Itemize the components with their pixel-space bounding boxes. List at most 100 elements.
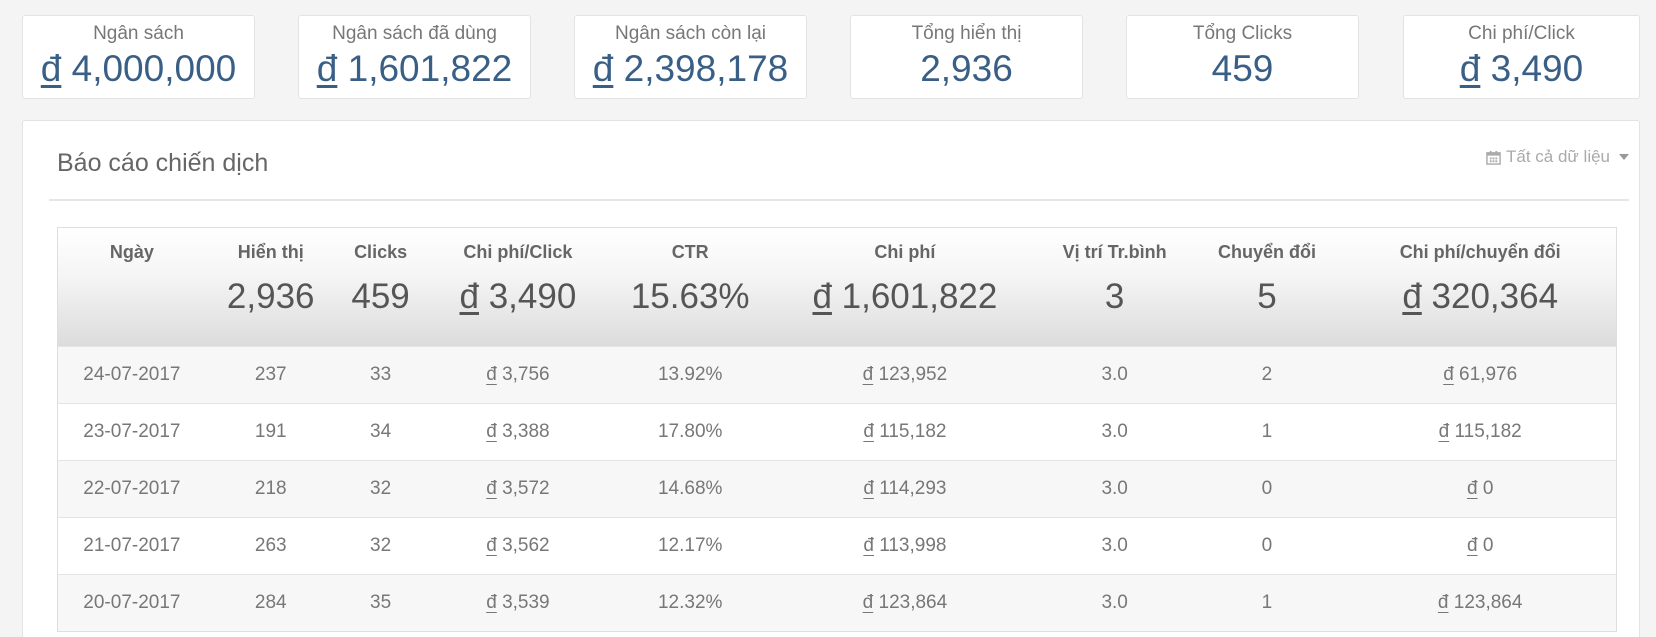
cell-cost-per-conv: đ 0	[1344, 461, 1616, 517]
currency-symbol: đ	[459, 277, 479, 316]
cell-clicks: 32	[370, 478, 392, 499]
stat-card-total-impressions: Tổng hiển thị 2,936	[850, 15, 1083, 99]
date-filter-label: Tất cả dữ liệu	[1506, 147, 1610, 166]
cell-clicks: 32	[370, 535, 392, 556]
stat-value: đ 4,000,000	[23, 48, 254, 90]
table-row: 24-07-2017 237 33 đ 3,756 13.92% đ 123,952 3.0…	[58, 346, 1616, 403]
cell-value: 123,864	[878, 592, 948, 613]
currency-symbol: đ	[592, 48, 614, 89]
column-total: 459	[351, 277, 410, 316]
column-header-impressions[interactable]: Hiển thị 2,936	[206, 228, 336, 346]
cell-value: 123,952	[878, 364, 948, 385]
table-row: 22-07-2017 218 32 đ 3,572 14.68% đ 114,293 3.0…	[58, 460, 1616, 517]
cell-cost: đ 113,998	[770, 518, 1040, 574]
currency-symbol: đ	[40, 48, 62, 89]
currency-symbol: đ	[1437, 592, 1449, 613]
cell-date: 24-07-2017	[83, 364, 181, 385]
stat-number: 3,490	[1490, 48, 1584, 89]
cell-ctr: 17.80%	[657, 421, 723, 442]
column-header-conversions[interactable]: Chuyển đổi 5	[1190, 228, 1345, 346]
cell-value: 3,562	[502, 535, 550, 556]
date-filter-dropdown[interactable]: Tất cả dữ liệu	[1486, 147, 1629, 167]
currency-symbol: đ	[486, 478, 497, 499]
column-label: Chi phí/Click	[463, 242, 573, 262]
stat-card-budget-used: Ngân sách đã dùng đ 1,601,822	[298, 15, 531, 99]
cell-value: 3,756	[502, 364, 550, 385]
caret-down-icon	[1619, 154, 1629, 160]
cell-value: 115,182	[1454, 421, 1522, 442]
cell-value: 114,293	[879, 478, 947, 499]
cell-date: 22-07-2017	[83, 478, 181, 499]
column-total: 2,936	[226, 277, 315, 316]
currency-symbol: đ	[1459, 48, 1481, 89]
column-header-cpc[interactable]: Chi phí/Click đ 3,490	[426, 228, 611, 346]
column-total: 15.63%	[630, 277, 750, 316]
currency-symbol: đ	[863, 535, 874, 556]
cell-value: 3,572	[502, 478, 550, 499]
column-header-date[interactable]: Ngày	[58, 228, 206, 346]
column-total: 5	[1257, 277, 1277, 316]
stat-value: 459	[1211, 48, 1274, 89]
column-total: đ 1,601,822	[770, 277, 1040, 317]
cell-value: 115,182	[879, 421, 947, 442]
cell-ctr: 12.17%	[657, 535, 723, 556]
cell-impressions: 284	[254, 592, 287, 613]
cell-value: 0	[1482, 478, 1494, 499]
currency-symbol: đ	[1466, 535, 1478, 556]
stat-label: Ngân sách đã dùng	[332, 23, 497, 44]
cell-conversions: 2	[1261, 364, 1273, 385]
stat-label: Chi phí/Click	[1468, 23, 1575, 44]
cell-impressions: 263	[254, 535, 287, 556]
cell-impressions: 237	[254, 364, 287, 385]
cell-ctr: 14.68%	[657, 478, 723, 499]
cell-cost: đ 123,864	[770, 575, 1040, 631]
currency-symbol: đ	[862, 364, 874, 385]
cell-value: 123,864	[1453, 592, 1523, 613]
table-row: 23-07-2017 191 34 đ 3,388 17.80% đ 115,182 3.0…	[58, 403, 1616, 460]
stat-label: Tổng Clicks	[1192, 23, 1293, 44]
currency-symbol: đ	[486, 364, 497, 385]
column-header-cost-per-conversion[interactable]: Chi phí/chuyển đổi đ 320,364	[1344, 228, 1616, 346]
stats-row: Ngân sách đ 4,000,000 Ngân sách đã dùng …	[22, 15, 1640, 101]
cell-avg-pos: 3.0	[1101, 421, 1128, 442]
stat-label: Ngân sách	[93, 23, 184, 44]
stat-card-budget-remaining: Ngân sách còn lại đ 2,398,178	[574, 15, 807, 99]
stat-label: Tổng hiển thị	[911, 23, 1022, 44]
total-number: 3,490	[488, 277, 577, 316]
calendar-icon	[1486, 150, 1501, 165]
currency-symbol: đ	[863, 478, 874, 499]
cell-clicks: 34	[370, 421, 392, 442]
column-header-ctr[interactable]: CTR 15.63%	[610, 228, 770, 346]
stat-number: 1,601,822	[347, 48, 513, 89]
cell-cost-per-conv: đ 0	[1344, 518, 1616, 574]
currency-symbol: đ	[863, 421, 874, 442]
column-label: Ngày	[109, 242, 154, 262]
cell-cost: đ 115,182	[770, 404, 1040, 460]
stat-value: 2,936	[920, 48, 1013, 89]
column-header-avg-position[interactable]: Vị trí Tr.bình 3	[1040, 228, 1190, 346]
currency-symbol: đ	[1466, 478, 1478, 499]
currency-symbol: đ	[316, 48, 338, 89]
currency-symbol: đ	[812, 277, 832, 316]
cell-value: 3,539	[502, 592, 550, 613]
table-row: 20-07-2017 284 35 đ 3,539 12.32% đ 123,864 3.0…	[58, 574, 1616, 631]
cell-conversions: 0	[1261, 478, 1273, 499]
cell-impressions: 191	[254, 421, 287, 442]
column-label: Clicks	[354, 242, 408, 262]
cell-avg-pos: 3.0	[1101, 592, 1128, 613]
stat-value: đ 1,601,822	[299, 48, 530, 90]
table-header: Ngày Hiển thị 2,936 Clicks 459 Chi phí/C…	[58, 228, 1616, 346]
currency-symbol: đ	[486, 535, 497, 556]
cell-date: 23-07-2017	[83, 421, 181, 442]
table-row: 21-07-2017 263 32 đ 3,562 12.17% đ 113,998 3.0…	[58, 517, 1616, 574]
column-label: Hiển thị	[237, 242, 304, 262]
currency-symbol: đ	[486, 592, 497, 613]
currency-symbol: đ	[862, 592, 874, 613]
column-header-clicks[interactable]: Clicks 459	[336, 228, 426, 346]
cell-conversions: 1	[1261, 421, 1273, 442]
column-header-cost[interactable]: Chi phí đ 1,601,822	[770, 228, 1040, 346]
cell-conversions: 0	[1261, 535, 1273, 556]
total-number: 320,364	[1431, 277, 1559, 316]
cell-avg-pos: 3.0	[1101, 478, 1128, 499]
cell-impressions: 218	[254, 478, 287, 499]
